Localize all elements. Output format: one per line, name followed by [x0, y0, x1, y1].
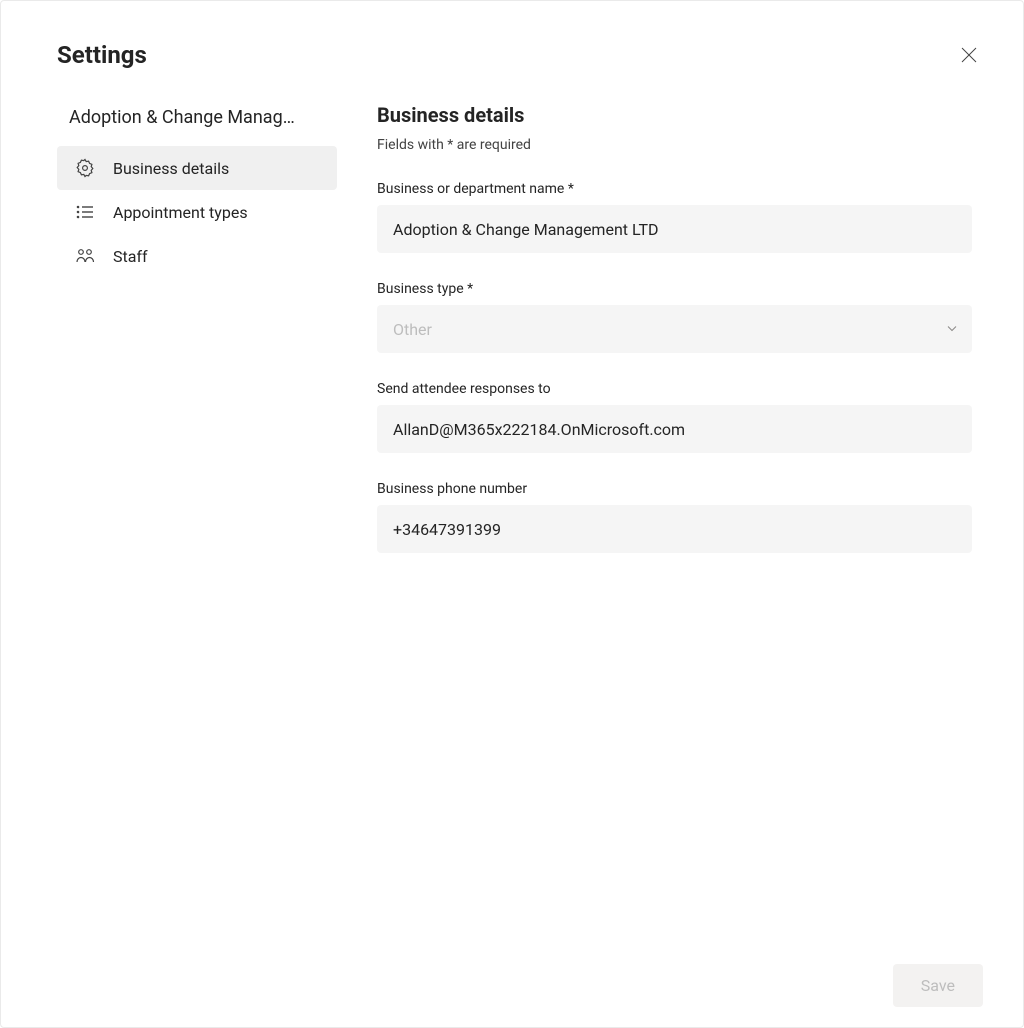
business-type-select-wrapper: Other [377, 305, 972, 353]
field-responses-to: Send attendee responses to [377, 381, 983, 453]
dialog-body: Adoption & Change Manag… Business detail… [57, 103, 983, 1007]
org-name: Adoption & Change Manag… [57, 103, 337, 146]
phone-input[interactable] [377, 505, 972, 553]
settings-sidebar: Adoption & Change Manag… Business detail… [57, 103, 337, 1007]
business-type-select[interactable]: Other [377, 305, 972, 353]
sidebar-item-appointment-types[interactable]: Appointment types [57, 190, 337, 234]
field-business-type: Business type * Other [377, 281, 983, 353]
sidebar-item-label: Business details [113, 159, 229, 178]
close-button[interactable] [955, 41, 983, 73]
section-title: Business details [377, 103, 983, 127]
settings-main: Business details Fields with * are requi… [377, 103, 983, 1007]
close-icon [961, 50, 977, 67]
responses-to-label: Send attendee responses to [377, 381, 983, 397]
business-name-input[interactable] [377, 205, 972, 253]
gear-icon [75, 158, 95, 178]
sidebar-item-business-details[interactable]: Business details [57, 146, 337, 190]
section-hint: Fields with * are required [377, 137, 983, 153]
settings-dialog: Settings Adoption & Change Manag… B [0, 0, 1024, 1028]
save-button[interactable]: Save [893, 964, 983, 1007]
sidebar-item-staff[interactable]: Staff [57, 234, 337, 278]
business-name-label: Business or department name * [377, 181, 983, 197]
dialog-header: Settings [57, 41, 983, 73]
field-business-name: Business or department name * [377, 181, 983, 253]
sidebar-item-label: Staff [113, 247, 148, 266]
people-icon [75, 246, 95, 266]
responses-to-input[interactable] [377, 405, 972, 453]
field-phone: Business phone number [377, 481, 983, 553]
business-type-label: Business type * [377, 281, 983, 297]
dialog-title: Settings [57, 41, 147, 69]
list-icon [75, 202, 95, 222]
phone-label: Business phone number [377, 481, 983, 497]
dialog-footer: Save [377, 944, 983, 1007]
sidebar-item-label: Appointment types [113, 203, 248, 222]
